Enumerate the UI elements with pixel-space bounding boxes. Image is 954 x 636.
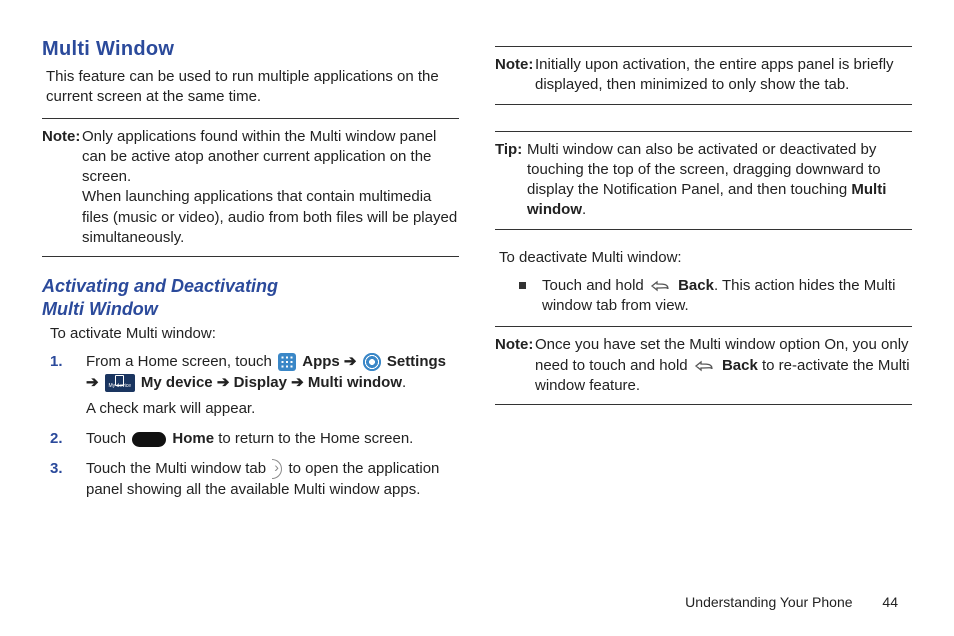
right-column: Note: Initially upon activation, the ent…: [495, 38, 912, 510]
divider: [495, 104, 912, 105]
intro-text: This feature can be used to run multiple…: [46, 67, 459, 108]
divider: [42, 256, 459, 257]
activate-intro: To activate Multi window:: [50, 324, 459, 344]
back-icon: [694, 359, 716, 373]
left-column: Multi Window This feature can be used to…: [42, 38, 459, 510]
apps-icon: [278, 353, 296, 371]
my-device-icon: My device: [105, 374, 135, 392]
page-number: 44: [882, 594, 898, 610]
subsection-heading: Activating and Deactivating Multi Window: [42, 275, 459, 320]
divider: [495, 404, 912, 405]
note-text: Initially upon activation, the entire ap…: [535, 56, 894, 93]
square-bullet-icon: [519, 282, 526, 289]
steps-list: From a Home screen, touch Apps ➔ Setting…: [50, 352, 459, 500]
divider: [495, 131, 912, 132]
step-sub: A check mark will appear.: [86, 399, 459, 419]
settings-icon: [363, 353, 381, 371]
bullet-item: Touch and hold Back. This action hides t…: [519, 276, 912, 317]
note-block: Note: Only applications found within the…: [42, 127, 459, 249]
deactivate-intro: To deactivate Multi window:: [499, 248, 912, 268]
divider: [42, 118, 459, 119]
step-item: From a Home screen, touch Apps ➔ Setting…: [50, 352, 459, 419]
tip-label: Tip:: [495, 140, 522, 160]
section-heading: Multi Window: [42, 38, 459, 61]
divider: [495, 229, 912, 230]
multiwindow-tab-icon: [272, 459, 282, 479]
step-item: Touch Home to return to the Home screen.: [50, 429, 459, 449]
note-label: Note:: [42, 127, 80, 147]
page-footer: Understanding Your Phone 44: [685, 594, 898, 610]
tip-block: Tip: Multi window can also be activated …: [495, 140, 912, 221]
footer-section: Understanding Your Phone: [685, 594, 852, 610]
note-text: When launching applications that contain…: [82, 188, 457, 246]
back-icon: [650, 279, 672, 293]
note-label: Note:: [495, 55, 533, 75]
note-label: Note:: [495, 335, 533, 355]
divider: [495, 326, 912, 327]
note-text: Only applications found within the Multi…: [82, 128, 436, 186]
note-block: Note: Once you have set the Multi window…: [495, 335, 912, 396]
divider: [495, 46, 912, 47]
step-item: Touch the Multi window tab to open the a…: [50, 459, 459, 500]
note-block: Note: Initially upon activation, the ent…: [495, 55, 912, 96]
home-button-icon: [132, 432, 166, 447]
tip-text: Multi window can also be activated or de…: [527, 141, 881, 199]
